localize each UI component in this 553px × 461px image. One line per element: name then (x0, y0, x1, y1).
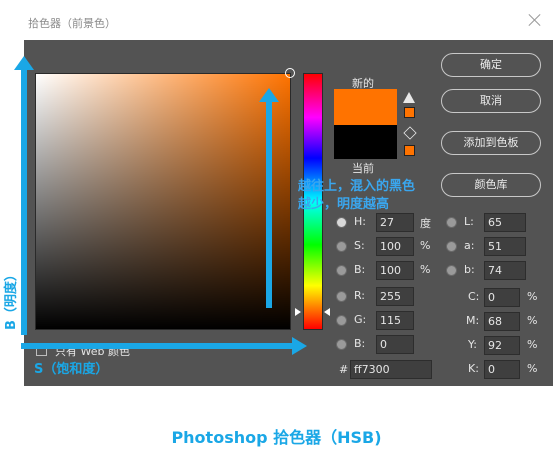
radio-b[interactable] (336, 265, 347, 276)
window-title: 拾色器（前景色） (28, 17, 116, 30)
k-input[interactable]: 0 (484, 360, 520, 379)
brightness-axis-label: B（明度） (4, 268, 19, 330)
m-input[interactable]: 68 (484, 312, 520, 331)
gamut-warning-icon[interactable] (403, 92, 415, 103)
blue-label: B: (354, 337, 366, 350)
radio-blue[interactable] (336, 339, 347, 350)
saturation-brightness-field[interactable] (35, 73, 291, 330)
l-input[interactable]: 65 (484, 213, 526, 232)
k-label: K: (468, 362, 479, 375)
color-field-marker[interactable] (285, 68, 295, 78)
b-unit: % (420, 263, 431, 276)
color-libraries-button[interactable]: 颜色库 (441, 173, 541, 197)
s-label: S: (354, 239, 365, 252)
saturation-axis-arrowhead-icon (292, 337, 307, 355)
brightness-axis-arrow (21, 70, 27, 335)
g-input[interactable]: 115 (376, 311, 414, 330)
h-input[interactable]: 27 (376, 213, 414, 232)
lab-b-input[interactable]: 74 (484, 261, 526, 280)
a-input[interactable]: 51 (484, 237, 526, 256)
h-unit: 度 (420, 217, 431, 230)
l-label: L: (464, 215, 474, 228)
cancel-button[interactable]: 取消 (441, 89, 541, 113)
close-icon[interactable] (528, 13, 542, 27)
hue-slider-left-handle-icon[interactable] (295, 308, 301, 316)
g-label: G: (354, 313, 367, 326)
brightness-axis-arrowhead-icon (14, 56, 34, 70)
s-unit: % (420, 239, 431, 252)
screenshot: 拾色器（前景色） 新的 当前 确定 取消 添加到色板 颜色库 H: 27 度 S… (0, 0, 553, 461)
title-bar: 拾色器（前景色） (0, 0, 553, 40)
current-color-swatch[interactable] (334, 125, 397, 159)
brightness-note: 越往上，混入的黑色越少，明度越高 (298, 179, 416, 212)
radio-h[interactable] (336, 217, 347, 228)
radio-a[interactable] (446, 241, 457, 252)
radio-lab-b[interactable] (446, 265, 457, 276)
b-label: B: (354, 263, 366, 276)
c-unit: % (527, 290, 538, 303)
hue-slider-right-handle-icon[interactable] (324, 308, 330, 316)
m-unit: % (527, 314, 538, 327)
r-input[interactable]: 255 (376, 287, 414, 306)
radio-l[interactable] (446, 217, 457, 228)
saturation-axis-label: S（饱和度） (34, 362, 109, 377)
add-to-swatches-button[interactable]: 添加到色板 (441, 131, 541, 155)
b-input[interactable]: 100 (376, 261, 414, 280)
blue-input[interactable]: 0 (376, 335, 414, 354)
a-label: a: (464, 239, 475, 252)
s-input[interactable]: 100 (376, 237, 414, 256)
y-label: Y: (468, 338, 477, 351)
y-input[interactable]: 92 (484, 336, 520, 355)
hex-input[interactable]: ff7300 (350, 360, 432, 379)
lab-b-label: b: (464, 263, 475, 276)
new-color-swatch (334, 89, 397, 125)
current-color-label: 当前 (352, 162, 374, 175)
radio-g[interactable] (336, 315, 347, 326)
c-input[interactable]: 0 (484, 288, 520, 307)
hex-label: # (339, 363, 349, 376)
radio-r[interactable] (336, 291, 347, 302)
radio-s[interactable] (336, 241, 347, 252)
saturation-axis-arrow (21, 343, 293, 349)
ok-button[interactable]: 确定 (441, 53, 541, 77)
k-unit: % (527, 362, 538, 375)
h-label: H: (354, 215, 366, 228)
figure-caption: Photoshop 拾色器（HSB) (171, 428, 382, 447)
gamut-warning-swatch[interactable] (404, 107, 415, 118)
inner-brightness-arrowhead-icon (259, 88, 279, 102)
c-label: C: (468, 290, 480, 303)
r-label: R: (354, 289, 366, 302)
m-label: M: (466, 314, 480, 327)
web-safe-swatch[interactable] (404, 145, 415, 156)
y-unit: % (527, 338, 538, 351)
inner-brightness-arrow (266, 100, 272, 308)
